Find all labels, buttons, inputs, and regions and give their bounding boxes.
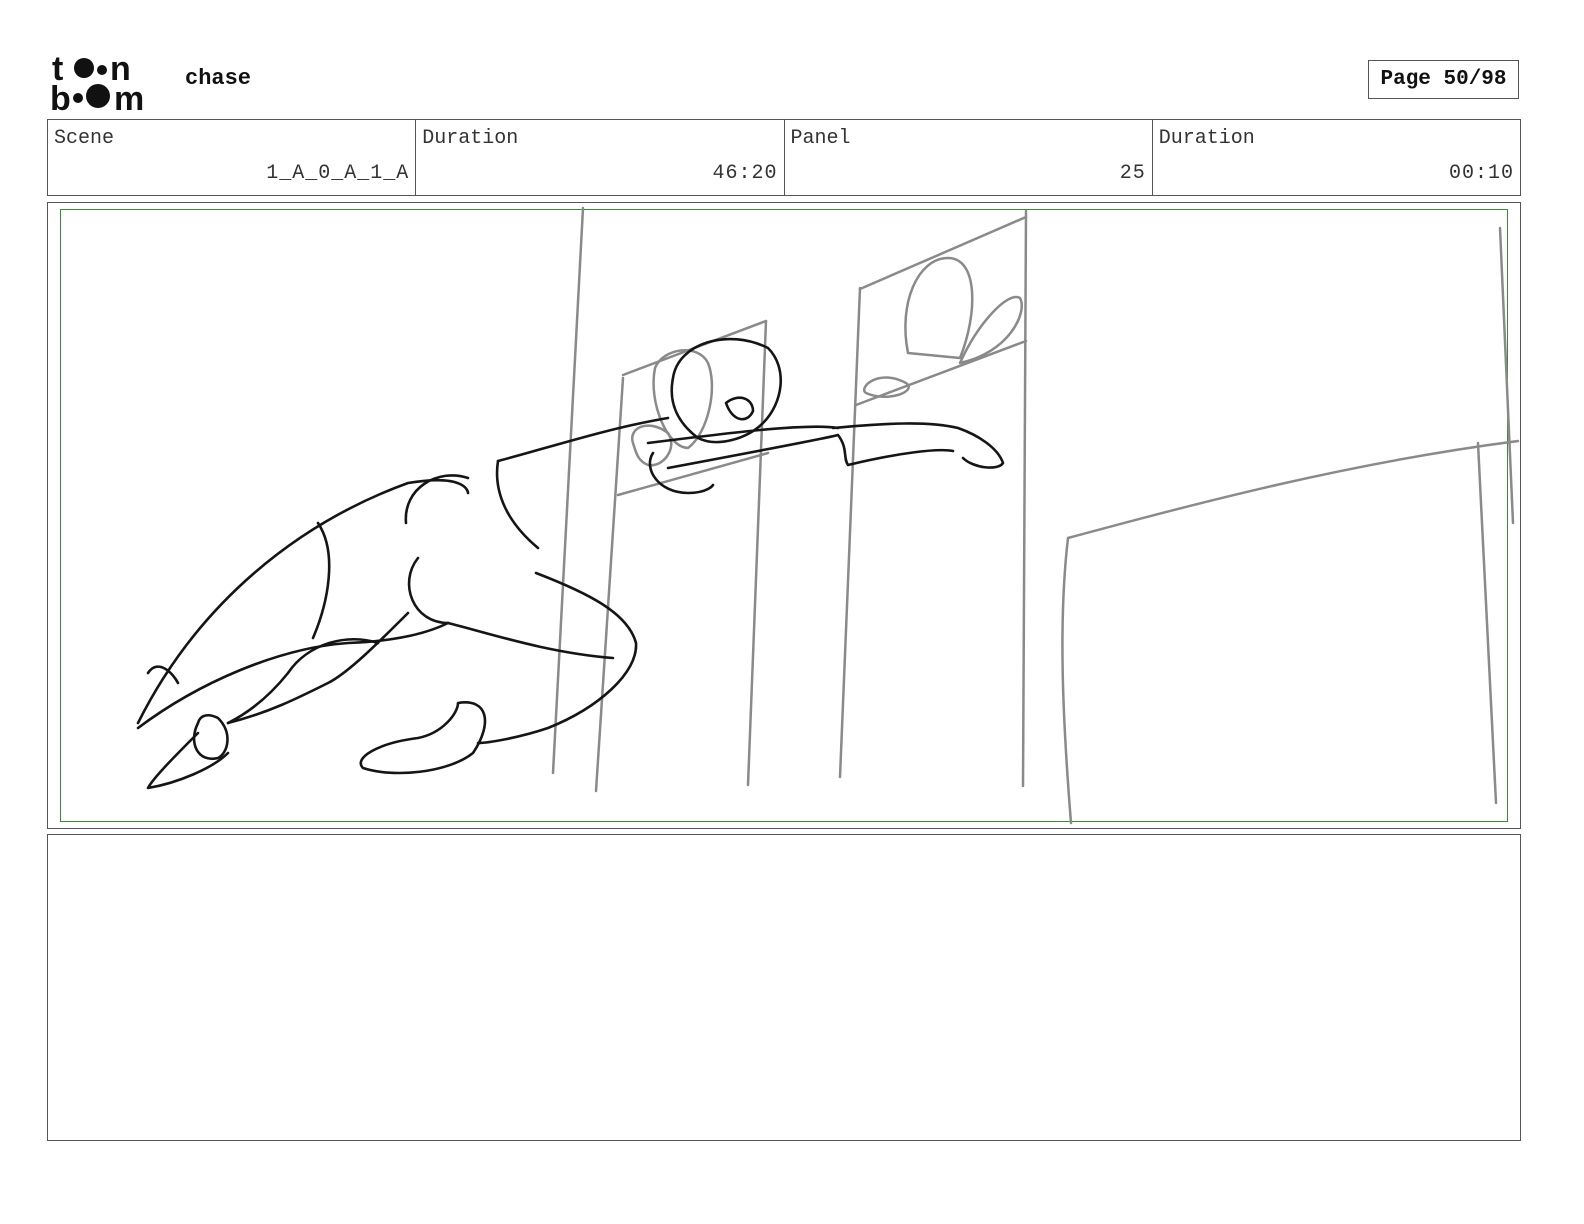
toonboom-logo: t n b m bbox=[50, 50, 144, 114]
panel-notes-box[interactable] bbox=[47, 834, 1521, 1141]
panel-duration-cell: Duration 00:10 bbox=[1153, 120, 1520, 195]
svg-text:m: m bbox=[114, 80, 144, 114]
storyboard-panel[interactable] bbox=[47, 202, 1521, 829]
scene-duration-label: Duration bbox=[422, 127, 519, 150]
scene-info-bar: Scene 1_A_0_A_1_A Duration 46:20 Panel 2… bbox=[47, 119, 1521, 196]
scene-label: Scene bbox=[54, 127, 115, 150]
page-indicator: Page 50/98 bbox=[1368, 60, 1519, 99]
scene-duration-value: 46:20 bbox=[712, 162, 778, 185]
project-title: chase bbox=[185, 66, 252, 91]
scene-cell: Scene 1_A_0_A_1_A bbox=[48, 120, 417, 195]
panel-sketch bbox=[136, 206, 1520, 825]
panel-label: Panel bbox=[790, 127, 851, 150]
panel-cell: Panel 25 bbox=[785, 120, 1153, 195]
panel-duration-value: 00:10 bbox=[1448, 162, 1514, 185]
svg-text:b: b bbox=[50, 80, 71, 114]
scene-duration-cell: Duration 46:20 bbox=[416, 120, 785, 195]
panel-value: 25 bbox=[1119, 162, 1146, 185]
panel-duration-label: Duration bbox=[1158, 127, 1255, 150]
scene-value: 1_A_0_A_1_A bbox=[266, 162, 410, 185]
